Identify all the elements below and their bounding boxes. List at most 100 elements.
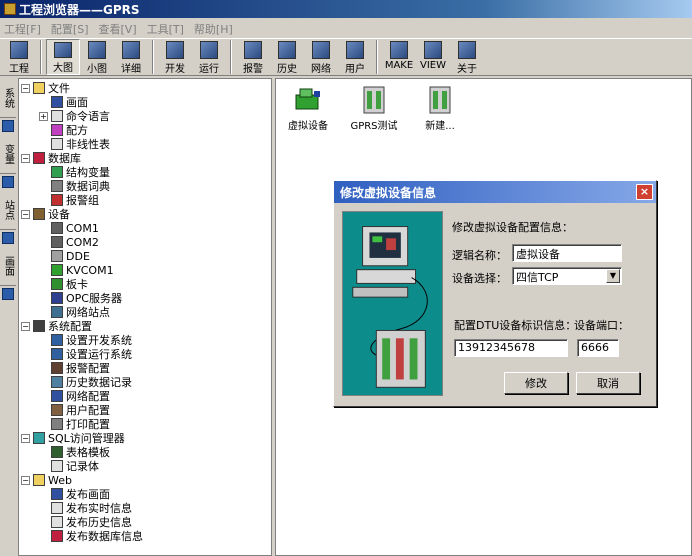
run-icon: [200, 41, 218, 59]
tree-item[interactable]: 数据词典: [39, 179, 110, 193]
cancel-button[interactable]: 取消: [576, 372, 640, 394]
tree-item[interactable]: 记录体: [39, 459, 99, 473]
tree-item[interactable]: 配方: [39, 123, 88, 137]
collapse-icon[interactable]: −: [21, 475, 30, 485]
menu-help[interactable]: 帮助[H]: [194, 21, 233, 37]
tree-item[interactable]: 发布历史信息: [39, 515, 132, 529]
dialog-close-button[interactable]: ×: [636, 184, 653, 200]
collapse-icon[interactable]: −: [21, 209, 30, 219]
menu-config[interactable]: 配置[S]: [51, 21, 89, 37]
toolbar-button-label: 网络: [311, 64, 331, 75]
tree-item[interactable]: 历史数据记录: [39, 375, 132, 389]
tree-item[interactable]: 发布画面: [39, 487, 110, 501]
collapse-icon[interactable]: −: [21, 83, 30, 93]
edit-virtual-device-dialog: 修改虚拟设备信息 × 修改虚拟设备配置信息： 逻辑名称： 虚拟设备 设备选择： …: [333, 180, 657, 407]
tree-item[interactable]: + 命令语言: [39, 109, 110, 123]
dtu-id-field[interactable]: 13912345678: [454, 339, 568, 357]
tree-label: 报警组: [66, 194, 99, 207]
project-icon: [10, 41, 28, 59]
toolbar-button[interactable]: 运行: [192, 39, 226, 75]
sql-manager-icon: [33, 432, 45, 444]
tree-item[interactable]: 发布数据库信息: [39, 529, 143, 543]
window-title: 工程浏览器——GPRS: [19, 2, 140, 17]
tree-item[interactable]: 设置运行系统: [39, 347, 132, 361]
toolbar-button[interactable]: 用户: [338, 39, 372, 75]
toolbar-separator: [376, 40, 378, 74]
com-port-icon: [51, 222, 63, 234]
history-icon: [278, 41, 296, 59]
collapse-icon[interactable]: −: [21, 321, 30, 331]
tree-group[interactable]: − SQL访问管理器: [21, 431, 125, 445]
expand-icon[interactable]: +: [39, 111, 48, 121]
item-gprs-test[interactable]: GPRS测试: [344, 85, 404, 132]
toolbar-button[interactable]: 详细: [114, 39, 148, 75]
tree-item[interactable]: 用户配置: [39, 403, 110, 417]
toolbar-button[interactable]: 网络: [304, 39, 338, 75]
chevron-down-icon[interactable]: ▼: [606, 269, 620, 283]
item-new-device[interactable]: 新建...: [410, 85, 470, 132]
device-port-field[interactable]: 6666: [577, 339, 619, 357]
toolbar-button[interactable]: VIEW: [416, 39, 450, 75]
toolbar-button-label: MAKE: [384, 60, 414, 71]
tree-item[interactable]: 表格模板: [39, 445, 110, 459]
tree-group[interactable]: − 系统配置: [21, 319, 92, 333]
toolbar-button-label: 大图: [53, 63, 73, 74]
network-icon: [312, 41, 330, 59]
tree-item[interactable]: COM2: [39, 235, 99, 249]
publish-database-icon: [51, 530, 63, 542]
dialog-section-title: 修改虚拟设备配置信息：: [452, 221, 573, 234]
item-virtual-device[interactable]: 虚拟设备: [278, 85, 338, 132]
toolbar-button[interactable]: 大图: [46, 39, 80, 75]
struct-var-icon: [51, 166, 63, 178]
modify-button[interactable]: 修改: [504, 372, 568, 394]
tree-item[interactable]: 画面: [39, 95, 88, 109]
tree-item[interactable]: 打印配置: [39, 417, 110, 431]
device-select[interactable]: 四信TCP ▼: [512, 267, 622, 285]
tree-item[interactable]: 设置开发系统: [39, 333, 132, 347]
toolbar-button[interactable]: MAKE: [382, 39, 416, 75]
menu-tools[interactable]: 工具[T]: [147, 21, 184, 37]
tree-item[interactable]: DDE: [39, 249, 90, 263]
sidetab-variables[interactable]: 变量: [0, 134, 16, 174]
toolbar-button[interactable]: 工程: [2, 39, 36, 75]
stations-icon: [2, 232, 14, 244]
tree-item[interactable]: 发布实时信息: [39, 501, 132, 515]
toolbar-button[interactable]: 关于: [450, 39, 484, 75]
menu-project[interactable]: 工程[F]: [4, 21, 41, 37]
tree-group[interactable]: − 设备: [21, 207, 70, 221]
tree-item[interactable]: 报警配置: [39, 361, 110, 375]
toolbar-button[interactable]: 开发: [158, 39, 192, 75]
sidetab-screens[interactable]: 画面: [0, 246, 16, 286]
tree-item[interactable]: 网络配置: [39, 389, 110, 403]
tree-group[interactable]: − 数据库: [21, 151, 81, 165]
tree-item[interactable]: COM1: [39, 221, 99, 235]
toolbar-button-label: 开发: [165, 64, 185, 75]
logic-name-field[interactable]: 虚拟设备: [512, 244, 622, 262]
command-icon: [51, 110, 63, 122]
tree-item[interactable]: 报警组: [39, 193, 99, 207]
tree-item[interactable]: 非线性表: [39, 137, 110, 151]
tree-group[interactable]: − Web: [21, 473, 72, 487]
sidetab-stations[interactable]: 站点: [0, 190, 16, 230]
tree-item[interactable]: 结构变量: [39, 165, 110, 179]
tree-item[interactable]: 网络站点: [39, 305, 110, 319]
develop-icon: [166, 41, 184, 59]
project-tree[interactable]: − 文件 画面 + 命令语言 配方 非线性表 − 数据库 结构变量 数据词典 报警组 − 设备 COM1 CO…: [18, 78, 272, 556]
tree-item[interactable]: OPC服务器: [39, 291, 122, 305]
toolbar-button[interactable]: 小图: [80, 39, 114, 75]
toolbar-button[interactable]: 历史: [270, 39, 304, 75]
com-port-icon: [51, 236, 63, 248]
tree-group[interactable]: − 文件: [21, 81, 70, 95]
tree-item[interactable]: 板卡: [39, 277, 88, 291]
collapse-icon[interactable]: −: [21, 433, 30, 443]
tree-item[interactable]: KVCOM1: [39, 263, 114, 277]
variables-icon: [2, 176, 14, 188]
sidetab-label: 系统: [2, 87, 14, 108]
menu-view[interactable]: 查看[V]: [99, 21, 137, 37]
collapse-icon[interactable]: −: [21, 153, 30, 163]
item-label: 虚拟设备: [288, 121, 328, 132]
sidetab-system[interactable]: 系统: [0, 78, 16, 118]
item-label: GPRS测试: [350, 121, 398, 132]
toolbar-button[interactable]: 报警: [236, 39, 270, 75]
data-dict-icon: [51, 180, 63, 192]
